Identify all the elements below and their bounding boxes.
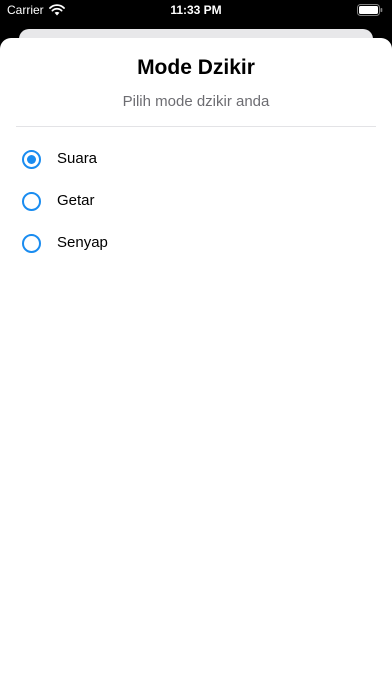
option-senyap[interactable]: Senyap	[0, 222, 392, 264]
status-time: 11:33 PM	[170, 3, 222, 17]
option-getar[interactable]: Getar	[0, 180, 392, 222]
divider	[16, 126, 376, 127]
option-suara[interactable]: Suara	[0, 138, 392, 180]
status-bar: Carrier 11:33 PM	[0, 0, 392, 22]
option-label-getar: Getar	[57, 192, 95, 209]
radio-button-suara[interactable]	[22, 149, 41, 169]
mode-options-list: Suara Getar Senyap	[0, 138, 392, 264]
sheet-title: Mode Dzikir	[137, 56, 255, 79]
option-label-suara: Suara	[57, 150, 98, 167]
mode-sheet: Mode Dzikir Pilih mode dzikir anda Suara…	[0, 38, 392, 696]
radio-button-getar[interactable]	[22, 191, 41, 211]
sheet-subtitle: Pilih mode dzikir anda	[122, 93, 270, 110]
radio-selected-dot	[27, 154, 36, 164]
battery-icon	[357, 4, 383, 16]
option-label-senyap: Senyap	[57, 234, 108, 251]
radio-button-senyap[interactable]	[22, 233, 41, 253]
